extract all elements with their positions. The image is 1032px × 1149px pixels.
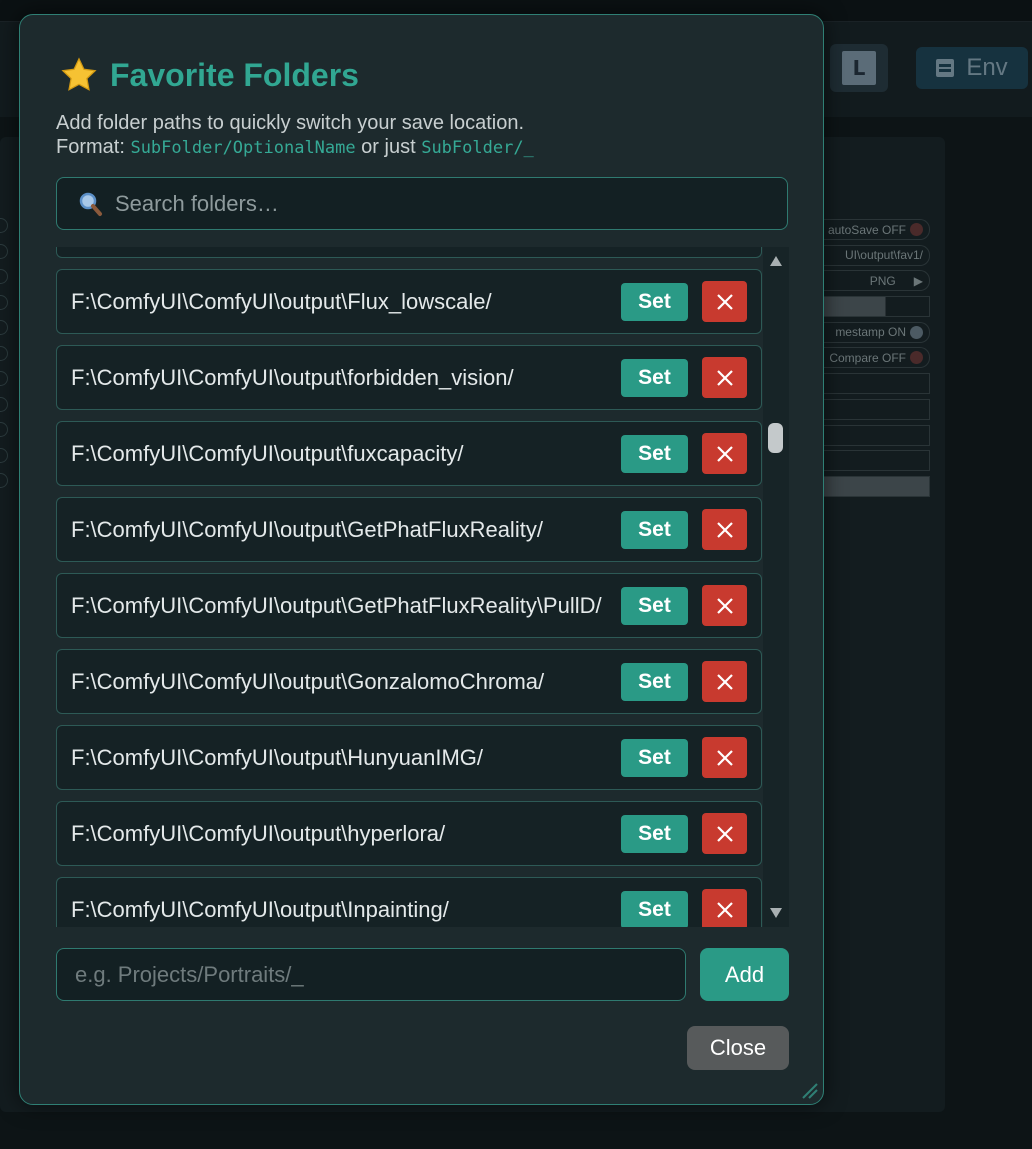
env-label: Env: [966, 54, 1008, 81]
folder-path: F:\ComfyUI\ComfyUI\output\forbidden_visi…: [71, 364, 514, 390]
logo-button[interactable]: L: [830, 44, 888, 92]
format-example-2: SubFolder/_: [421, 138, 534, 158]
node-widget-row[interactable]: Compare OFF: [820, 347, 930, 369]
logo-icon: L: [842, 51, 876, 85]
close-icon: [716, 293, 733, 310]
scroll-down-arrow-icon[interactable]: [769, 907, 783, 919]
node-widget-row[interactable]: mestamp ON: [820, 321, 930, 343]
set-folder-button[interactable]: Set: [621, 662, 688, 701]
format-prefix: Format:: [56, 136, 131, 158]
search-box: [56, 177, 788, 230]
node-widget-row[interactable]: [820, 373, 930, 395]
toggle-knob-icon: [910, 223, 923, 236]
close-button[interactable]: Close: [687, 1026, 789, 1070]
close-icon: [716, 445, 733, 462]
node-widget-row[interactable]: [820, 296, 930, 318]
folder-path: F:\ComfyUI\ComfyUI\output\Inpainting/: [71, 896, 449, 922]
delete-folder-button[interactable]: [702, 585, 747, 626]
node-widget-row[interactable]: [820, 424, 930, 446]
folder-path: F:\ComfyUI\ComfyUI\output\GetPhatFluxRea…: [71, 516, 543, 542]
delete-folder-button[interactable]: [702, 889, 747, 927]
close-icon: [716, 825, 733, 842]
node-input-sockets: [0, 218, 10, 499]
delete-folder-button[interactable]: [702, 281, 747, 322]
play-arrow-icon: ▶: [913, 273, 923, 288]
resize-grip-icon[interactable]: [801, 1082, 819, 1100]
close-icon: [716, 521, 733, 538]
close-icon: [716, 901, 733, 918]
node-widget-column: autoSave OFF UI\output\fav1/PNG ▶ mestamp O…: [820, 219, 930, 502]
set-folder-button[interactable]: Set: [621, 814, 688, 853]
set-folder-button[interactable]: Set: [621, 510, 688, 549]
folder-path: F:\ComfyUI\ComfyUI\output\GonzalomoChrom…: [71, 668, 545, 694]
close-icon: [716, 369, 733, 386]
search-icon: [79, 192, 102, 216]
set-folder-button[interactable]: Set: [621, 358, 688, 397]
node-widget-row[interactable]: [820, 475, 930, 497]
node-widget-label: autoSave OFF: [827, 222, 906, 237]
set-folder-button[interactable]: Set: [621, 282, 688, 321]
node-widget-row[interactable]: [820, 450, 930, 472]
set-folder-button[interactable]: Set: [621, 738, 688, 777]
scrollbar-thumb[interactable]: [768, 423, 783, 453]
search-input[interactable]: [113, 189, 753, 218]
dialog-description: Add folder paths to quickly switch your …: [56, 111, 796, 160]
node-widget-label: PNG: [869, 273, 896, 288]
node-widget-row[interactable]: [820, 398, 930, 420]
folder-path: F:\ComfyUI\ComfyUI\output\fuxcapacity/: [71, 440, 464, 466]
delete-folder-button[interactable]: [702, 813, 747, 854]
folder-item: F:\ComfyUI\ComfyUI\output\hyperlora/Set: [56, 801, 762, 866]
folder-item-partial: [56, 247, 762, 258]
folder-path: F:\ComfyUI\ComfyUI\output\hyperlora/: [71, 820, 446, 846]
delete-folder-button[interactable]: [702, 433, 747, 474]
folder-item: F:\ComfyUI\ComfyUI\output\forbidden_visi…: [56, 345, 762, 410]
folder-item: F:\ComfyUI\ComfyUI\output\HunyuanIMG/Set: [56, 725, 762, 790]
folder-item: F:\ComfyUI\ComfyUI\output\fuxcapacity/Se…: [56, 421, 762, 486]
star-icon: [61, 57, 97, 91]
folder-list-viewport[interactable]: F:\ComfyUI\ComfyUI\output\Flux_lowscale/…: [56, 247, 789, 927]
folder-list: F:\ComfyUI\ComfyUI\output\Flux_lowscale/…: [56, 247, 762, 927]
close-icon: [716, 673, 733, 690]
set-folder-button[interactable]: Set: [621, 434, 688, 473]
close-icon: [716, 597, 733, 614]
folder-path: F:\ComfyUI\ComfyUI\output\HunyuanIMG/: [71, 744, 484, 770]
new-folder-input[interactable]: [56, 948, 686, 1001]
chip-icon: [936, 59, 955, 77]
description-line: Add folder paths to quickly switch your …: [56, 112, 525, 134]
delete-folder-button[interactable]: [702, 357, 747, 398]
node-widget-label: UI\output\fav1/: [844, 248, 923, 263]
close-icon: [716, 749, 733, 766]
set-folder-button[interactable]: Set: [621, 890, 688, 927]
format-line: Format: SubFolder/OptionalName or just S…: [56, 135, 796, 160]
toggle-knob-icon: [910, 325, 923, 339]
folder-item: F:\ComfyUI\ComfyUI\output\GonzalomoChrom…: [56, 649, 762, 714]
format-example-1: SubFolder/OptionalName: [130, 138, 356, 158]
folder-list-scrollbar[interactable]: [763, 247, 789, 927]
folder-item: F:\ComfyUI\ComfyUI\output\GetPhatFluxRea…: [56, 573, 762, 638]
folder-item: F:\ComfyUI\ComfyUI\output\Inpainting/Set: [56, 877, 762, 927]
delete-folder-button[interactable]: [702, 509, 747, 550]
add-folder-button[interactable]: Add: [700, 948, 789, 1001]
favorite-folders-dialog: Favorite Folders Add folder paths to qui…: [19, 14, 824, 1105]
folder-path: F:\ComfyUI\ComfyUI\output\GetPhatFluxRea…: [71, 592, 602, 618]
dialog-title: Favorite Folders: [110, 56, 359, 93]
delete-folder-button[interactable]: [702, 737, 747, 778]
toggle-knob-icon: [910, 351, 923, 365]
node-widget-row[interactable]: UI\output\fav1/: [820, 244, 930, 266]
node-widget-label: Compare OFF: [829, 350, 906, 365]
node-widget-label: mestamp ON: [835, 325, 906, 340]
folder-item: F:\ComfyUI\ComfyUI\output\Flux_lowscale/…: [56, 269, 762, 334]
dialog-header: Favorite Folders: [60, 55, 359, 95]
scroll-up-arrow-icon[interactable]: [769, 255, 783, 267]
delete-folder-button[interactable]: [702, 661, 747, 702]
set-folder-button[interactable]: Set: [621, 586, 688, 625]
folder-path: F:\ComfyUI\ComfyUI\output\Flux_lowscale/: [71, 288, 492, 314]
node-widget-row[interactable]: autoSave OFF: [820, 219, 930, 240]
node-widget-row[interactable]: PNG ▶: [820, 270, 930, 292]
format-mid: or just: [355, 136, 422, 158]
folder-item: F:\ComfyUI\ComfyUI\output\GetPhatFluxRea…: [56, 497, 762, 562]
env-button[interactable]: Env: [916, 47, 1028, 89]
